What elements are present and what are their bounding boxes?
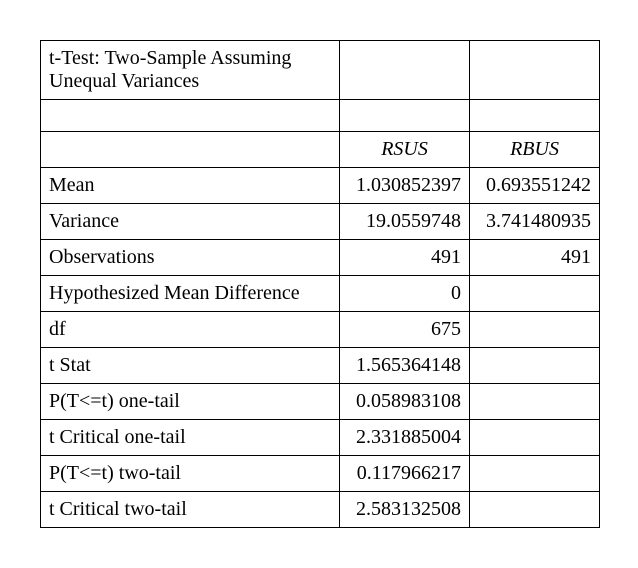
row-value: [470, 312, 600, 348]
row-value: 491: [470, 240, 600, 276]
row-value: [470, 276, 600, 312]
empty-cell: [41, 132, 340, 168]
table-row: Variance 19.0559748 3.741480935: [41, 204, 600, 240]
t-test-table: t-Test: Two-Sample Assuming Unequal Vari…: [40, 40, 600, 528]
header-row: RSUS RBUS: [41, 132, 600, 168]
empty-cell: [470, 100, 600, 132]
row-label: t Stat: [41, 348, 340, 384]
row-value: 675: [340, 312, 470, 348]
row-value: 2.583132508: [340, 492, 470, 528]
empty-cell: [470, 41, 600, 100]
row-label: Mean: [41, 168, 340, 204]
row-label: P(T<=t) one-tail: [41, 384, 340, 420]
row-value: [470, 384, 600, 420]
table-row: t Critical two-tail 2.583132508: [41, 492, 600, 528]
row-label: Observations: [41, 240, 340, 276]
row-value: 0.693551242: [470, 168, 600, 204]
row-value: 1.030852397: [340, 168, 470, 204]
table-row: Mean 1.030852397 0.693551242: [41, 168, 600, 204]
row-value: 1.565364148: [340, 348, 470, 384]
table-title: t-Test: Two-Sample Assuming Unequal Vari…: [41, 41, 340, 100]
row-label: Hypothesized Mean Difference: [41, 276, 340, 312]
column-header-2: RBUS: [470, 132, 600, 168]
table-row: df 675: [41, 312, 600, 348]
row-value: 0.117966217: [340, 456, 470, 492]
row-value: [470, 348, 600, 384]
table-row: P(T<=t) two-tail 0.117966217: [41, 456, 600, 492]
row-value: [470, 420, 600, 456]
empty-cell: [41, 100, 340, 132]
table-row: Hypothesized Mean Difference 0: [41, 276, 600, 312]
row-value: [470, 456, 600, 492]
spacer-row: [41, 100, 600, 132]
row-value: 19.0559748: [340, 204, 470, 240]
row-label: t Critical two-tail: [41, 492, 340, 528]
title-row: t-Test: Two-Sample Assuming Unequal Vari…: [41, 41, 600, 100]
table-row: P(T<=t) one-tail 0.058983108: [41, 384, 600, 420]
row-value: 3.741480935: [470, 204, 600, 240]
row-value: 0.058983108: [340, 384, 470, 420]
column-header-1: RSUS: [340, 132, 470, 168]
row-label: P(T<=t) two-tail: [41, 456, 340, 492]
row-value: [470, 492, 600, 528]
row-label: df: [41, 312, 340, 348]
table-row: Observations 491 491: [41, 240, 600, 276]
empty-cell: [340, 41, 470, 100]
row-value: 2.331885004: [340, 420, 470, 456]
table-row: t Critical one-tail 2.331885004: [41, 420, 600, 456]
row-label: Variance: [41, 204, 340, 240]
row-value: 491: [340, 240, 470, 276]
table-row: t Stat 1.565364148: [41, 348, 600, 384]
row-value: 0: [340, 276, 470, 312]
empty-cell: [340, 100, 470, 132]
row-label: t Critical one-tail: [41, 420, 340, 456]
